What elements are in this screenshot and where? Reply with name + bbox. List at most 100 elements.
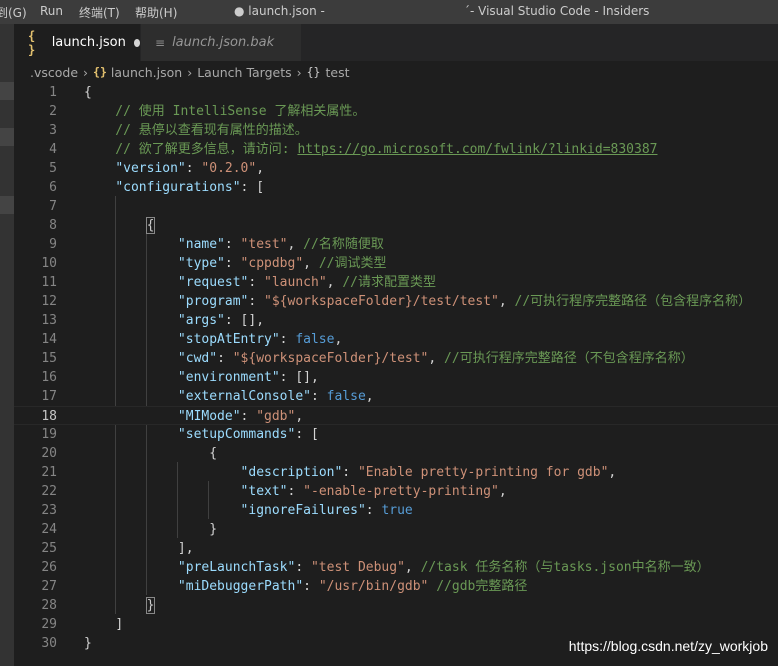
- line-number: 21: [41, 465, 57, 480]
- code-text[interactable]: "description": "Enable pretty-printing f…: [84, 463, 617, 482]
- line-number: 3: [49, 123, 57, 138]
- code-token: {: [209, 446, 218, 461]
- code-text[interactable]: "type": "cppdbg", //调试类型: [84, 254, 387, 273]
- code-text[interactable]: "stopAtEntry": false,: [84, 330, 342, 349]
- line-number: 9: [49, 237, 57, 252]
- code-token: "ignoreFailures": [240, 503, 366, 518]
- menu-terminal[interactable]: 终端(T): [79, 4, 120, 21]
- tab-launch-json-bak[interactable]: ≡ launch.json.bak: [140, 24, 301, 61]
- code-text[interactable]: "version": "0.2.0",: [84, 159, 264, 178]
- code-text[interactable]: "environment": [],: [84, 368, 319, 387]
- code-line[interactable]: 14 "stopAtEntry": false,: [14, 330, 778, 349]
- code-text[interactable]: "name": "test", //名称随便取: [84, 235, 384, 254]
- code-text[interactable]: "miDebuggerPath": "/usr/bin/gdb" //gdb完整…: [84, 577, 527, 596]
- code-line[interactable]: 19 "setupCommands": [: [14, 425, 778, 444]
- code-text[interactable]: {: [84, 216, 156, 235]
- code-token: ,: [303, 256, 319, 271]
- code-line[interactable]: 27 "miDebuggerPath": "/usr/bin/gdb" //gd…: [14, 577, 778, 596]
- activity-item[interactable]: [0, 82, 14, 100]
- menu-run[interactable]: Run: [40, 4, 63, 18]
- code-token[interactable]: https://go.microsoft.com/fwlink/?linkid=…: [297, 142, 657, 157]
- code-line[interactable]: 26 "preLaunchTask": "test Debug", //task…: [14, 558, 778, 577]
- code-token: //gdb完整路径: [436, 579, 528, 594]
- breadcrumb-item-vscode[interactable]: .vscode: [30, 65, 78, 80]
- code-line[interactable]: 15 "cwd": "${workspaceFolder}/test", //可…: [14, 349, 778, 368]
- breadcrumb: .vscode › {} launch.json › Launch Target…: [14, 61, 778, 83]
- code-text[interactable]: // 悬停以查看现有属性的描述。: [84, 121, 308, 140]
- tab-launch-json[interactable]: { } launch.json: [14, 24, 140, 61]
- code-token: ,: [404, 560, 421, 575]
- code-text[interactable]: }: [84, 596, 156, 615]
- menu-help[interactable]: 帮助(H): [135, 4, 177, 21]
- code-text[interactable]: "setupCommands": [: [84, 425, 319, 444]
- code-text[interactable]: "request": "launch", //请求配置类型: [84, 273, 436, 292]
- breadcrumb-item-launch-json[interactable]: launch.json: [111, 65, 182, 80]
- code-token: // 悬停以查看现有属性的描述。: [84, 123, 308, 138]
- code-line[interactable]: 10 "type": "cppdbg", //调试类型: [14, 254, 778, 273]
- code-text[interactable]: "program": "${workspaceFolder}/test/test…: [84, 292, 751, 311]
- activity-item[interactable]: [0, 196, 14, 214]
- code-text[interactable]: "preLaunchTask": "test Debug", //task 任务…: [84, 558, 710, 577]
- code-line[interactable]: 5 "version": "0.2.0",: [14, 159, 778, 178]
- code-line[interactable]: 23 "ignoreFailures": true: [14, 501, 778, 520]
- code-editor[interactable]: 1{2 // 使用 IntelliSense 了解相关属性。 3 // 悬停以查看…: [14, 83, 778, 666]
- line-number: 11: [41, 275, 57, 290]
- line-number: 20: [41, 446, 57, 461]
- menu-go[interactable]: 到(G): [0, 4, 27, 21]
- activity-item[interactable]: [0, 128, 14, 146]
- tab-bar: { } launch.json ≡ launch.json.bak: [14, 24, 778, 61]
- code-line[interactable]: 1{: [14, 83, 778, 102]
- code-text[interactable]: ],: [84, 539, 194, 558]
- code-line[interactable]: 22 "text": "-enable-pretty-printing",: [14, 482, 778, 501]
- code-text[interactable]: }: [84, 634, 92, 653]
- code-line[interactable]: 16 "environment": [],: [14, 368, 778, 387]
- breadcrumb-item-launch-targets[interactable]: Launch Targets: [197, 65, 291, 80]
- code-line[interactable]: 12 "program": "${workspaceFolder}/test/t…: [14, 292, 778, 311]
- code-text[interactable]: "ignoreFailures": true: [84, 501, 413, 520]
- code-line[interactable]: 9 "name": "test", //名称随便取: [14, 235, 778, 254]
- code-line[interactable]: 4 // 欲了解更多信息，请访问: https://go.microsoft.c…: [14, 140, 778, 159]
- window-title-app: ´- Visual Studio Code - Insiders: [464, 4, 650, 18]
- code-line[interactable]: 28 }: [14, 596, 778, 615]
- line-number: 7: [49, 199, 57, 214]
- code-text[interactable]: {: [84, 83, 92, 102]
- code-text[interactable]: // 欲了解更多信息，请访问: https://go.microsoft.com…: [84, 140, 657, 159]
- code-token: "test": [240, 237, 288, 252]
- code-token: ,: [334, 332, 343, 347]
- line-number: 22: [41, 484, 57, 499]
- breadcrumb-item-test[interactable]: test: [325, 65, 349, 80]
- code-text[interactable]: "args": [],: [84, 311, 264, 330]
- code-text[interactable]: "configurations": [: [84, 178, 264, 197]
- code-line[interactable]: 25 ],: [14, 539, 778, 558]
- code-line[interactable]: 3 // 悬停以查看现有属性的描述。: [14, 121, 778, 140]
- activity-bar: [0, 24, 14, 666]
- code-line[interactable]: 17 "externalConsole": false,: [14, 387, 778, 406]
- code-text[interactable]: // 使用 IntelliSense 了解相关属性。: [84, 102, 365, 121]
- code-text[interactable]: }: [84, 520, 217, 539]
- code-line[interactable]: 21 "description": "Enable pretty-printin…: [14, 463, 778, 482]
- code-line[interactable]: 8 {: [14, 216, 778, 235]
- code-line[interactable]: 24 }: [14, 520, 778, 539]
- code-line[interactable]: 13 "args": [],: [14, 311, 778, 330]
- code-line[interactable]: 29 ]: [14, 615, 778, 634]
- code-line[interactable]: 18 "MIMode": "gdb",: [14, 406, 778, 425]
- chevron-right-icon: ›: [296, 64, 302, 80]
- code-line[interactable]: 2 // 使用 IntelliSense 了解相关属性。: [14, 102, 778, 121]
- code-text[interactable]: "cwd": "${workspaceFolder}/test", //可执行程…: [84, 349, 694, 368]
- code-text[interactable]: {: [84, 444, 217, 463]
- code-text[interactable]: "MIMode": "gdb",: [84, 407, 303, 426]
- code-token: ,: [608, 465, 617, 480]
- line-number: 1: [49, 85, 57, 100]
- code-line[interactable]: 20 {: [14, 444, 778, 463]
- code-token: :: [342, 465, 358, 480]
- code-text[interactable]: "externalConsole": false,: [84, 387, 374, 406]
- code-line[interactable]: 11 "request": "launch", //请求配置类型: [14, 273, 778, 292]
- code-text[interactable]: ]: [84, 615, 123, 634]
- code-line[interactable]: 6 "configurations": [: [14, 178, 778, 197]
- code-text[interactable]: "text": "-enable-pretty-printing",: [84, 482, 507, 501]
- code-line[interactable]: 7: [14, 197, 778, 216]
